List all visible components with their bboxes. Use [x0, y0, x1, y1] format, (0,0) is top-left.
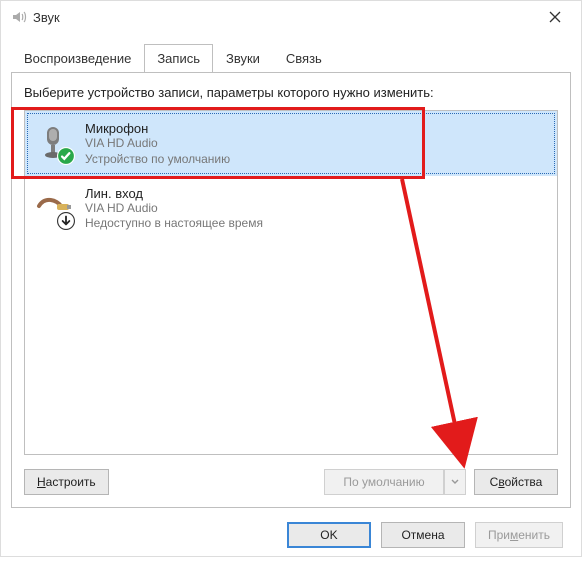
- tab-label: Звуки: [226, 51, 260, 66]
- properties-button[interactable]: Свойства: [474, 469, 558, 495]
- down-arrow-badge-icon: [57, 212, 75, 230]
- tab-strip: Воспроизведение Запись Звуки Связь: [1, 33, 581, 72]
- device-subtitle: VIA HD Audio: [85, 201, 263, 217]
- set-default-dropdown: По умолчанию: [324, 469, 466, 495]
- tab-label: Связь: [286, 51, 322, 66]
- apply-label-rest: енить: [518, 528, 550, 542]
- close-icon: [549, 11, 561, 23]
- set-default-label: По умолчанию: [343, 475, 424, 489]
- device-status: Устройство по умолчанию: [85, 152, 230, 166]
- tab-communications[interactable]: Связь: [273, 44, 335, 73]
- apply-button: Применить: [475, 522, 563, 548]
- dialog-button-row: OK Отмена Применить: [1, 518, 581, 562]
- properties-label-rest: ойства: [505, 475, 543, 489]
- cancel-button[interactable]: Отмена: [381, 522, 465, 548]
- device-row-line-in[interactable]: Лин. вход VIA HD Audio Недоступно в наст…: [25, 176, 557, 241]
- device-title: Лин. вход: [85, 186, 263, 201]
- cancel-label: Отмена: [401, 528, 444, 542]
- configure-button[interactable]: Настроить: [24, 469, 109, 495]
- device-list[interactable]: Микрофон VIA HD Audio Устройство по умол…: [24, 110, 558, 455]
- ok-label: OK: [320, 528, 337, 542]
- set-default-button: По умолчанию: [324, 469, 444, 495]
- microphone-icon: [33, 123, 73, 163]
- device-text: Микрофон VIA HD Audio Устройство по умол…: [85, 121, 230, 166]
- tab-recording[interactable]: Запись: [144, 44, 213, 73]
- device-text: Лин. вход VIA HD Audio Недоступно в наст…: [85, 186, 263, 231]
- tab-panel: Выберите устройство записи, параметры ко…: [11, 72, 571, 508]
- check-badge-icon: [57, 147, 75, 165]
- chevron-down-icon: [451, 478, 459, 486]
- titlebar: Звук: [1, 1, 581, 33]
- tab-playback[interactable]: Воспроизведение: [11, 44, 144, 73]
- device-status: Недоступно в настоящее время: [85, 216, 263, 230]
- device-title: Микрофон: [85, 121, 230, 136]
- tab-label: Воспроизведение: [24, 51, 131, 66]
- tab-label: Запись: [157, 51, 200, 66]
- line-in-icon: [33, 188, 73, 228]
- ok-button[interactable]: OK: [287, 522, 371, 548]
- instruction-text: Выберите устройство записи, параметры ко…: [24, 85, 558, 100]
- close-button[interactable]: [535, 3, 575, 31]
- set-default-arrow-button: [444, 469, 466, 495]
- device-row-microphone[interactable]: Микрофон VIA HD Audio Устройство по умол…: [25, 111, 557, 176]
- panel-bottom-row: Настроить По умолчанию Свойства: [24, 455, 558, 495]
- speaker-icon: [11, 9, 27, 25]
- sound-dialog: Звук Воспроизведение Запись Звуки Связь …: [0, 0, 582, 557]
- tab-sounds[interactable]: Звуки: [213, 44, 273, 73]
- device-subtitle: VIA HD Audio: [85, 136, 230, 152]
- configure-label-rest: астроить: [46, 475, 96, 489]
- window-title: Звук: [33, 10, 60, 25]
